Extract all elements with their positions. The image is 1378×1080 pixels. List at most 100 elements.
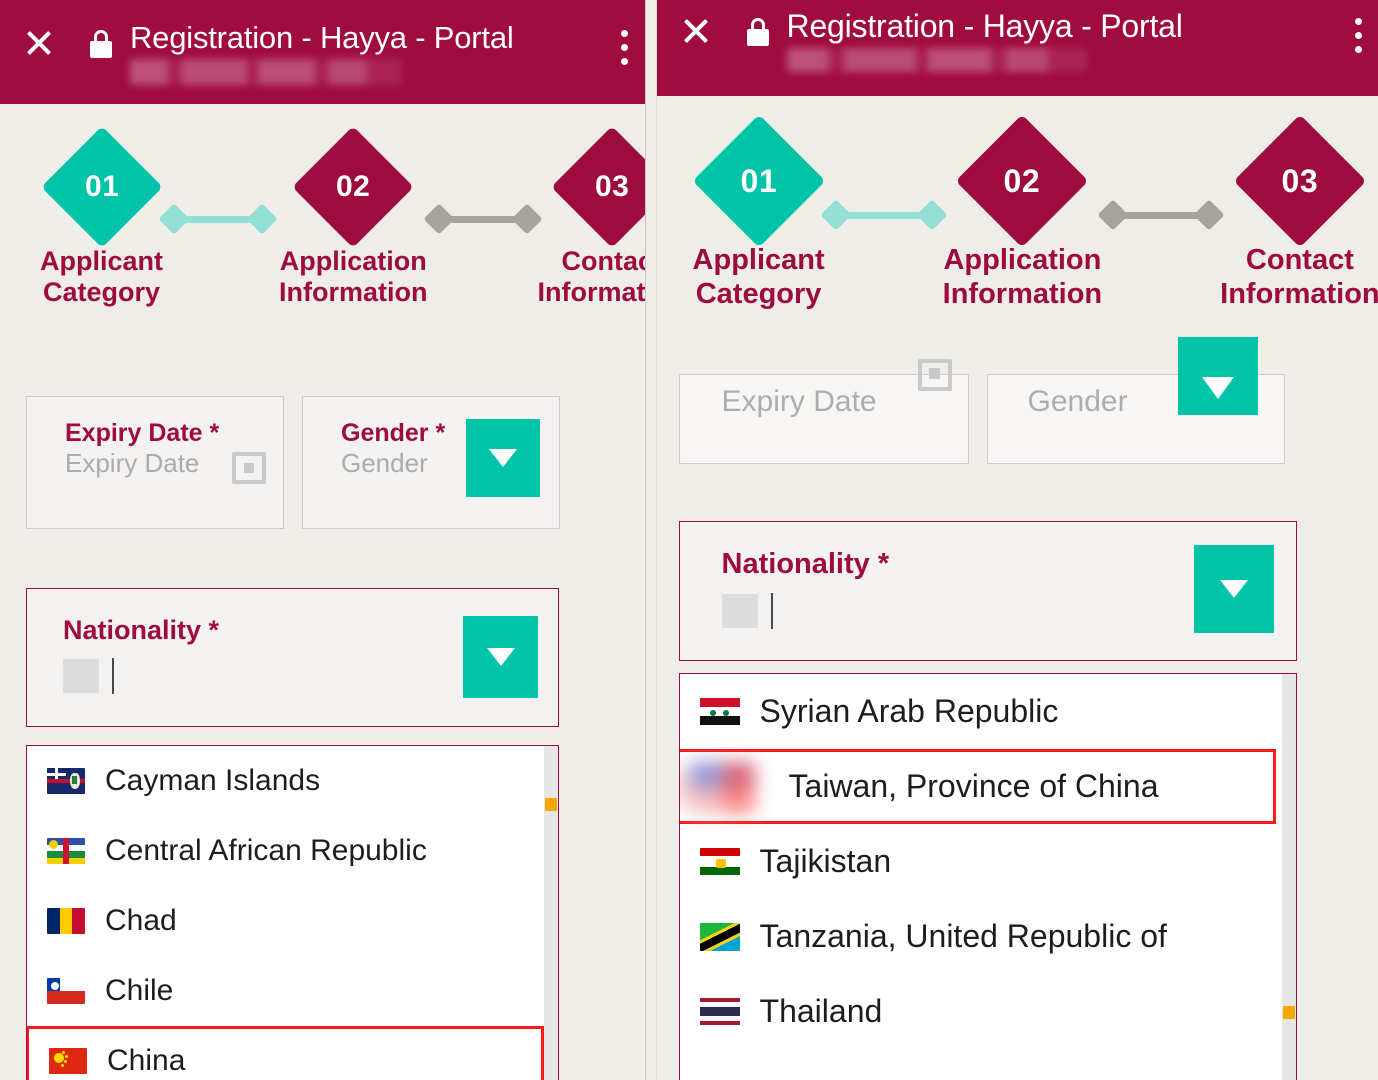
step-connector-2 <box>1102 204 1220 226</box>
list-item-label: Taiwan, Province of China <box>789 768 1159 805</box>
flag-icon-syria <box>700 698 740 726</box>
expiry-date-label: Expiry Date * <box>65 419 283 448</box>
calendar-icon[interactable] <box>232 452 266 484</box>
step-application-information[interactable]: 02 Application Information <box>943 124 1103 311</box>
flag-icon-chile <box>47 978 85 1004</box>
list-item-label: Cayman Islands <box>105 764 320 798</box>
step-label-03: Contact Information <box>538 246 645 309</box>
registration-form-left: Expiry Date * Expiry Date Gender * Gende… <box>0 387 645 1080</box>
list-item[interactable]: Central African Republic <box>27 816 558 886</box>
text-cursor <box>112 658 114 694</box>
list-item-label: Tajikistan <box>760 843 892 880</box>
step-diamond-02: 02 <box>956 115 1089 248</box>
step-number: 01 <box>740 163 777 200</box>
lock-icon <box>90 30 112 60</box>
step-diamond-01: 01 <box>41 126 163 248</box>
overflow-menu-icon[interactable] <box>621 30 629 65</box>
step-application-information[interactable]: 02 Application Information <box>279 132 428 309</box>
chevron-down-icon <box>489 449 517 467</box>
calendar-icon[interactable] <box>918 359 952 391</box>
url-bar-redacted <box>130 59 402 85</box>
step-diamond-03: 03 <box>551 126 645 248</box>
list-item-label: Chile <box>105 974 173 1008</box>
step-connector-1 <box>163 208 273 230</box>
page-title: Registration - Hayya - Portal <box>787 10 1354 44</box>
step-label-01: Applicant Category <box>40 246 163 309</box>
list-item[interactable]: Tajikistan <box>680 824 1296 899</box>
step-label-01: Applicant Category <box>693 244 825 311</box>
step-number: 03 <box>1282 163 1319 200</box>
step-diamond-01: 01 <box>692 115 825 248</box>
panel-divider <box>645 0 657 1080</box>
list-item-label: China <box>107 1044 185 1078</box>
step-contact-information[interactable]: 03 Contact Information <box>1220 124 1378 311</box>
step-contact-information[interactable]: 03 Contact Information <box>538 132 645 309</box>
list-item[interactable]: Syrian Arab Republic <box>680 674 1296 749</box>
gender-dropdown-button[interactable] <box>1178 337 1258 415</box>
nationality-dropdown-list-right[interactable]: Syrian Arab Republic Taiwan, Province of… <box>679 673 1297 1080</box>
flag-icon-tajikistan <box>700 848 740 876</box>
selected-flag-placeholder <box>722 594 758 628</box>
page-title: Registration - Hayya - Portal <box>130 22 621 55</box>
step-label-02: Application Information <box>279 246 428 309</box>
list-item-label: Central African Republic <box>105 834 427 868</box>
list-item[interactable]: Chile <box>27 956 558 1026</box>
browser-toolbar-right: Registration - Hayya - Portal <box>657 0 1378 96</box>
selected-flag-placeholder <box>63 659 99 693</box>
lock-icon <box>747 18 769 48</box>
close-icon[interactable] <box>679 14 713 48</box>
step-label-03: Contact Information <box>1220 244 1378 311</box>
step-number: 01 <box>84 170 118 204</box>
right-panel: Registration - Hayya - Portal 01 Applica… <box>657 0 1378 1080</box>
list-item[interactable]: Chad <box>27 886 558 956</box>
step-diamond-03: 03 <box>1233 115 1366 248</box>
expiry-date-field[interactable]: Expiry Date <box>679 374 969 464</box>
step-label-02: Application Information <box>943 244 1103 311</box>
list-item[interactable]: Thailand <box>680 974 1296 1049</box>
left-panel: Registration - Hayya - Portal 01 Applica… <box>0 0 645 1080</box>
title-block: Registration - Hayya - Portal <box>787 10 1354 72</box>
registration-form-right: Expiry Date Gender Nationality * <box>657 374 1378 1080</box>
progress-stepper-left: 01 Applicant Category 02 Application Inf… <box>0 104 645 387</box>
field-row-expiry-gender: Expiry Date Gender <box>679 374 1356 464</box>
list-item-label: Syrian Arab Republic <box>760 693 1059 730</box>
list-item-highlighted-taiwan[interactable]: Taiwan, Province of China <box>679 749 1276 824</box>
list-item-label: Tanzania, United Republic of <box>760 918 1167 955</box>
step-applicant-category[interactable]: 01 Applicant Category <box>40 132 163 309</box>
nationality-field[interactable]: Nationality * <box>679 521 1297 661</box>
list-item-label: Thailand <box>760 993 883 1030</box>
progress-stepper-right: 01 Applicant Category 02 Application Inf… <box>657 96 1378 374</box>
flag-icon-chad <box>47 908 85 934</box>
step-diamond-02: 02 <box>292 126 414 248</box>
step-applicant-category[interactable]: 01 Applicant Category <box>693 124 825 311</box>
overflow-menu-icon[interactable] <box>1354 18 1362 53</box>
flag-icon-tanzania <box>700 923 740 951</box>
nationality-dropdown-button[interactable] <box>1194 545 1274 633</box>
browser-toolbar-left: Registration - Hayya - Portal <box>0 0 645 104</box>
close-icon[interactable] <box>22 26 56 60</box>
nationality-dropdown-button[interactable] <box>463 616 538 698</box>
step-connector-2 <box>428 208 538 230</box>
list-item-label: Chad <box>105 904 177 938</box>
nationality-dropdown-list-left[interactable]: Cayman Islands Central African Republic … <box>26 745 559 1080</box>
gender-dropdown-button[interactable] <box>466 419 540 497</box>
flag-icon-taiwan-blurred <box>679 758 769 816</box>
flag-icon-china <box>49 1048 87 1074</box>
expiry-date-field[interactable]: Expiry Date * Expiry Date <box>26 396 284 529</box>
url-bar-redacted <box>787 48 1087 72</box>
field-row-expiry-gender: Expiry Date * Expiry Date Gender * Gende… <box>26 387 619 529</box>
text-cursor <box>771 593 773 629</box>
gender-field[interactable]: Gender <box>987 374 1285 464</box>
comparison-screenshot: Registration - Hayya - Portal 01 Applica… <box>0 0 1378 1080</box>
chevron-down-icon <box>1202 377 1234 399</box>
step-number: 03 <box>595 170 629 204</box>
list-item-highlighted-china[interactable]: China <box>26 1026 544 1080</box>
nationality-field[interactable]: Nationality * <box>26 588 559 727</box>
step-connector-1 <box>825 204 943 226</box>
step-number: 02 <box>336 170 370 204</box>
chevron-down-icon <box>1220 580 1248 598</box>
list-item[interactable]: Cayman Islands <box>27 746 558 816</box>
list-item[interactable]: Tanzania, United Republic of <box>680 899 1296 974</box>
gender-field[interactable]: Gender * Gender <box>302 396 560 529</box>
flag-icon-thailand <box>700 998 740 1026</box>
